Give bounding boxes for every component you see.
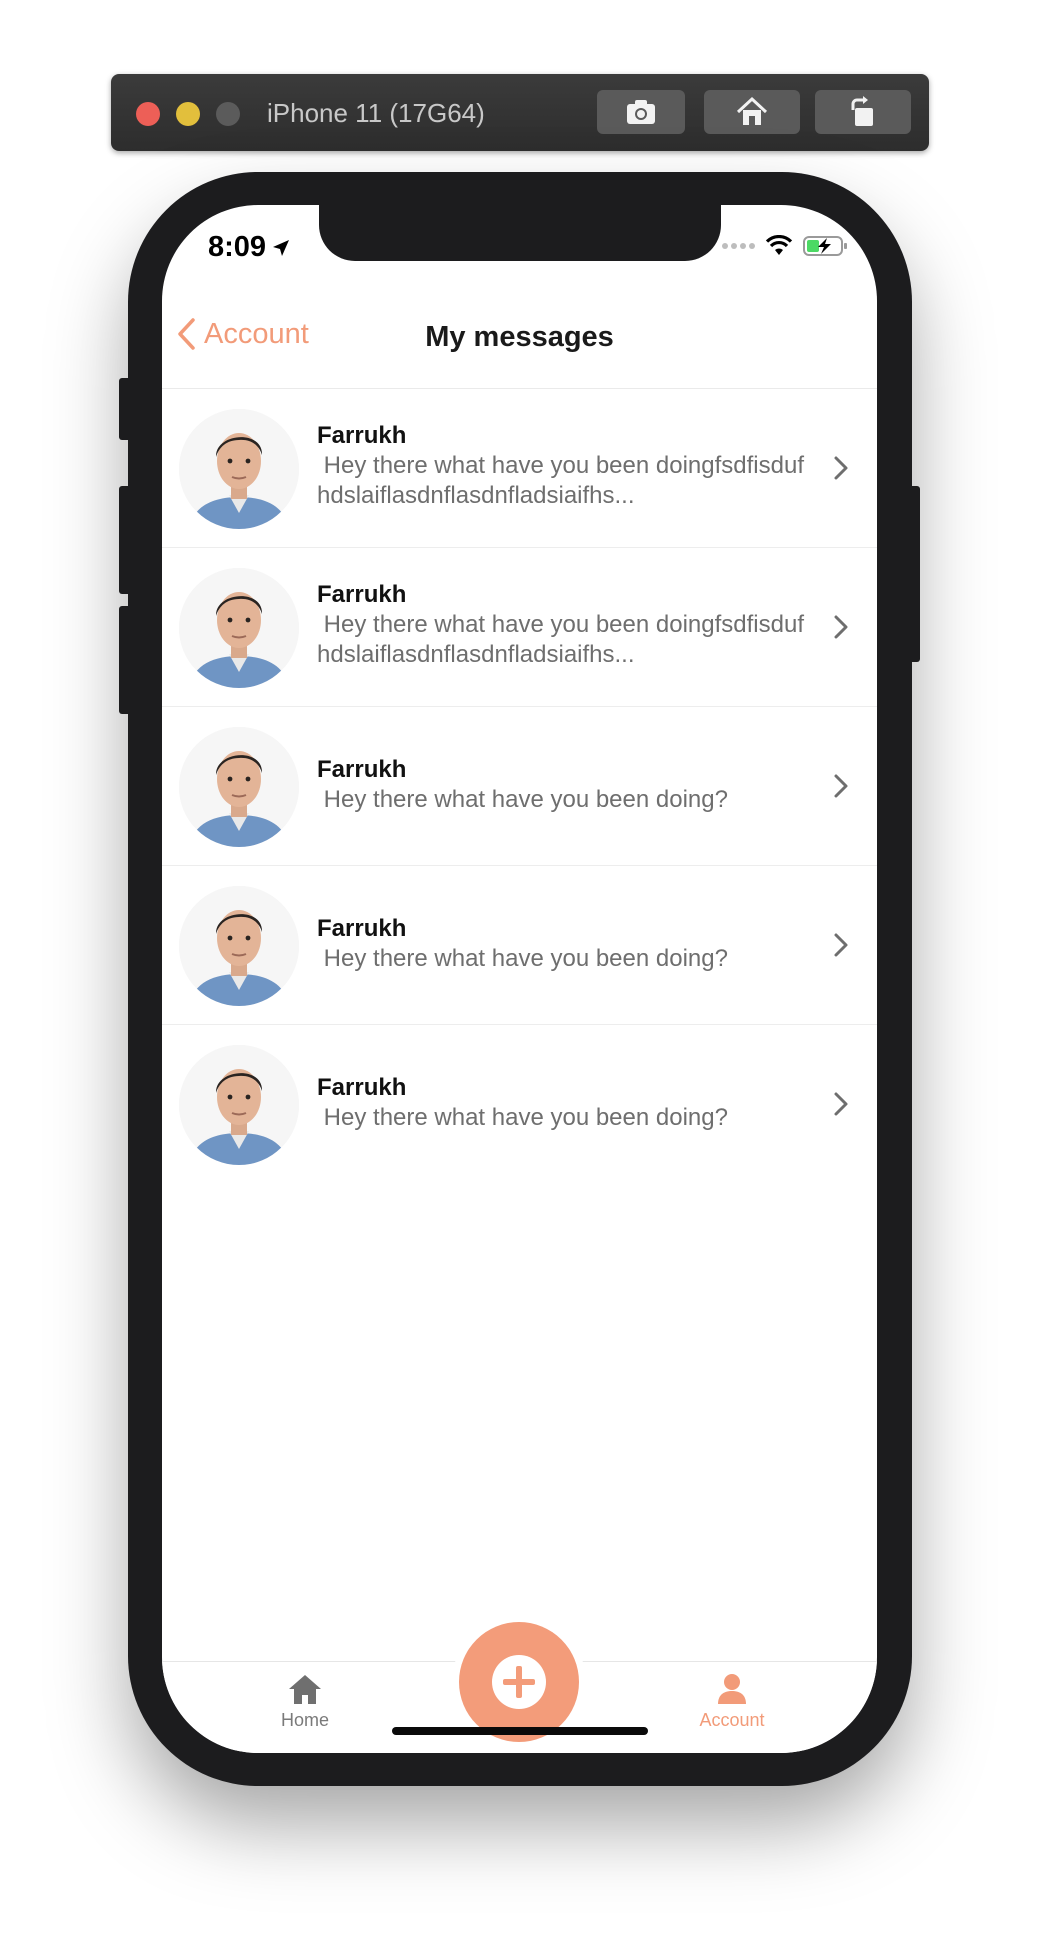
- volume-down-button: [119, 606, 131, 714]
- volume-up-button: [119, 486, 131, 594]
- message-preview: Hey there what have you been doingfsdfis…: [317, 452, 804, 509]
- message-preview: Hey there what have you been doing?: [317, 945, 728, 972]
- tab-account[interactable]: Account: [662, 1672, 802, 1731]
- message-sender: Farrukh: [317, 422, 407, 449]
- user-icon: [718, 1674, 746, 1704]
- message-sender: Farrukh: [317, 915, 407, 942]
- avatar: [179, 1045, 299, 1165]
- rotate-button[interactable]: [815, 90, 911, 134]
- message-preview: Hey there what have you been doingfsdfis…: [317, 611, 804, 668]
- power-button: [908, 486, 920, 662]
- status-time: 8:09: [208, 231, 290, 264]
- rotate-icon: [851, 96, 873, 126]
- message-row[interactable]: Farrukh Hey there what have you been doi…: [162, 548, 877, 707]
- avatar-image: [179, 568, 299, 688]
- avatar-image: [179, 886, 299, 1006]
- chevron-right-icon: [834, 615, 848, 639]
- message-preview: Hey there what have you been doing?: [317, 786, 728, 813]
- avatar-image: [179, 1045, 299, 1165]
- message-row[interactable]: Farrukh Hey there what have you been doi…: [162, 1025, 877, 1183]
- message-text: Farrukh Hey there what have you been doi…: [317, 580, 807, 670]
- avatar: [179, 409, 299, 529]
- simulator-title: iPhone 11 (17G64): [267, 98, 485, 128]
- minimize-window-button[interactable]: [176, 102, 200, 126]
- tab-account-label: Account: [699, 1710, 765, 1730]
- close-window-button[interactable]: [136, 102, 160, 126]
- avatar-image: [179, 727, 299, 847]
- notch: [319, 205, 721, 261]
- message-row[interactable]: Farrukh Hey there what have you been doi…: [162, 389, 877, 548]
- navigation-bar: Account My messages: [162, 295, 877, 389]
- location-arrow-icon: [273, 239, 290, 256]
- status-indicators: [722, 235, 849, 257]
- mute-switch: [119, 378, 131, 440]
- message-text: Farrukh Hey there what have you been doi…: [317, 914, 807, 974]
- message-sender: Farrukh: [317, 581, 407, 608]
- phone-screen: 8:09 Account My messages Farrukh Hey the…: [162, 205, 877, 1753]
- page-title: My messages: [425, 321, 614, 353]
- home-indicator: [392, 1727, 648, 1735]
- tab-home[interactable]: Home: [235, 1672, 375, 1731]
- avatar: [179, 727, 299, 847]
- message-list: Farrukh Hey there what have you been doi…: [162, 389, 877, 1183]
- avatar-image: [179, 409, 299, 529]
- battery-charging-icon: [803, 236, 847, 256]
- status-time-text: 8:09: [208, 231, 267, 263]
- wifi-icon: [765, 235, 793, 255]
- new-message-button[interactable]: [459, 1622, 579, 1742]
- message-row[interactable]: Farrukh Hey there what have you been doi…: [162, 707, 877, 866]
- plus-circle-icon: [492, 1655, 546, 1709]
- avatar: [179, 886, 299, 1006]
- chevron-right-icon: [834, 1092, 848, 1116]
- simulator-toolbar: iPhone 11 (17G64): [111, 74, 929, 151]
- message-sender: Farrukh: [317, 1074, 407, 1101]
- cellular-signal-icon: [722, 243, 755, 249]
- home-button[interactable]: [704, 90, 800, 134]
- message-text: Farrukh Hey there what have you been doi…: [317, 1073, 807, 1133]
- message-row[interactable]: Farrukh Hey there what have you been doi…: [162, 866, 877, 1025]
- tab-home-label: Home: [280, 1710, 329, 1730]
- chevron-right-icon: [834, 774, 848, 798]
- chevron-right-icon: [834, 933, 848, 957]
- zoom-window-button[interactable]: [216, 102, 240, 126]
- home-icon: [289, 1675, 321, 1704]
- home-icon: [736, 96, 768, 125]
- screenshot-button[interactable]: [597, 90, 685, 134]
- screenshot-icon: [627, 100, 655, 124]
- message-text: Farrukh Hey there what have you been doi…: [317, 421, 807, 511]
- message-sender: Farrukh: [317, 756, 407, 783]
- chevron-right-icon: [834, 456, 848, 480]
- message-text: Farrukh Hey there what have you been doi…: [317, 755, 807, 815]
- message-preview: Hey there what have you been doing?: [317, 1104, 728, 1131]
- avatar: [179, 568, 299, 688]
